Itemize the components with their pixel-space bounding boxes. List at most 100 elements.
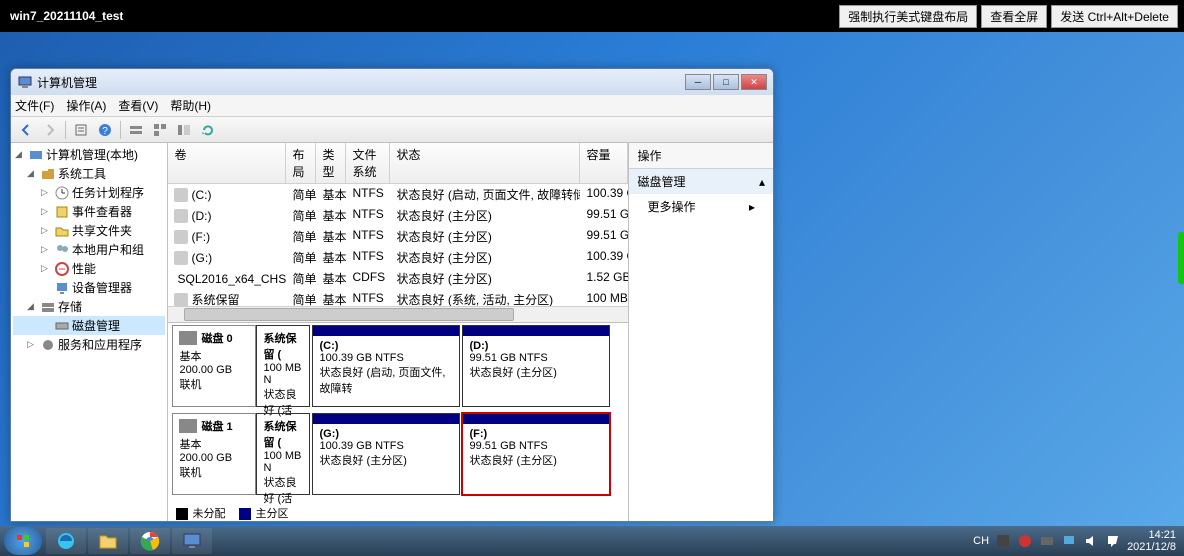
- col-type[interactable]: 类型: [316, 143, 346, 183]
- disk-label[interactable]: 磁盘 1基本200.00 GB联机: [172, 413, 256, 495]
- close-button[interactable]: ✕: [741, 74, 767, 90]
- properties-button[interactable]: [70, 119, 92, 141]
- partition-block[interactable]: (C:)100.39 GB NTFS状态良好 (启动, 页面文件, 故障转: [312, 325, 460, 407]
- help-toolbar-button[interactable]: ?: [94, 119, 116, 141]
- menu-file[interactable]: 文件(F): [15, 97, 54, 114]
- menu-view[interactable]: 查看(V): [118, 97, 158, 114]
- volume-name: (G:): [191, 251, 212, 265]
- minimize-button[interactable]: ─: [685, 74, 711, 90]
- col-status[interactable]: 状态: [390, 143, 580, 183]
- tree-performance[interactable]: ▷性能: [13, 259, 165, 278]
- partition-name: (C:): [319, 340, 453, 352]
- side-tab-handle[interactable]: [1178, 232, 1184, 284]
- keyboard-layout-button[interactable]: 强制执行美式键盘布局: [839, 5, 977, 28]
- volume-type: 基本: [316, 227, 346, 246]
- volume-layout: 简单: [286, 227, 316, 246]
- tree-disk-management[interactable]: 磁盘管理: [13, 316, 165, 335]
- volume-type: 基本: [316, 206, 346, 225]
- volume-fs: NTFS: [346, 206, 390, 225]
- col-capacity[interactable]: 容量: [580, 143, 628, 183]
- tree-label: 设备管理器: [72, 279, 132, 296]
- menu-help[interactable]: 帮助(H): [170, 97, 211, 114]
- volume-row[interactable]: (C:)简单基本NTFS状态良好 (启动, 页面文件, 故障转储, 主分区)10…: [168, 184, 628, 205]
- volume-icon[interactable]: [1083, 533, 1099, 549]
- volume-layout: 简单: [286, 248, 316, 267]
- toolbar: ?: [11, 117, 773, 143]
- disk-graphical-panel[interactable]: 磁盘 0基本200.00 GB联机系统保留 (100 MB N状态良好 (活(C…: [168, 323, 628, 521]
- ime-indicator[interactable]: CH: [973, 535, 989, 547]
- tree-device-manager[interactable]: 设备管理器: [13, 278, 165, 297]
- tray-icon-generic[interactable]: [1039, 533, 1055, 549]
- time-label: 14:21: [1127, 529, 1176, 541]
- tree-storage[interactable]: ◢存储: [13, 297, 165, 316]
- tree-label: 性能: [72, 260, 96, 277]
- chrome-icon[interactable]: [130, 528, 170, 554]
- clock[interactable]: 14:21 2021/12/8: [1127, 529, 1180, 553]
- start-button[interactable]: [4, 527, 42, 555]
- view-button-1[interactable]: [125, 119, 147, 141]
- vm-name-label: win7_20211104_test: [6, 9, 123, 23]
- volume-header[interactable]: 卷 布局 类型 文件系统 状态 容量: [168, 143, 628, 184]
- nav-tree[interactable]: ◢计算机管理(本地) ◢系统工具 ▷任务计划程序 ▷事件查看器 ▷共享文件夹 ▷…: [11, 143, 168, 521]
- partition-block[interactable]: (D:)99.51 GB NTFS状态良好 (主分区): [462, 325, 610, 407]
- horizontal-scrollbar[interactable]: [168, 306, 628, 322]
- col-volume[interactable]: 卷: [168, 143, 286, 183]
- send-cad-button[interactable]: 发送 Ctrl+Alt+Delete: [1051, 5, 1178, 28]
- col-layout[interactable]: 布局: [286, 143, 316, 183]
- col-filesystem[interactable]: 文件系统: [346, 143, 390, 183]
- partition-block[interactable]: (F:)99.51 GB NTFS状态良好 (主分区): [462, 413, 610, 495]
- partition-block[interactable]: 系统保留 (100 MB N状态良好 (活: [256, 325, 310, 407]
- volume-rows[interactable]: (C:)简单基本NTFS状态良好 (启动, 页面文件, 故障转储, 主分区)10…: [168, 184, 628, 306]
- tree-task-scheduler[interactable]: ▷任务计划程序: [13, 183, 165, 202]
- tree-root[interactable]: ◢计算机管理(本地): [13, 145, 165, 164]
- date-label: 2021/12/8: [1127, 541, 1176, 553]
- volume-row[interactable]: (F:)简单基本NTFS状态良好 (主分区)99.51 GB: [168, 226, 628, 247]
- refresh-button[interactable]: [197, 119, 219, 141]
- partition-header-bar: [313, 326, 459, 336]
- partition-block[interactable]: 系统保留 (100 MB N状态良好 (活: [256, 413, 310, 495]
- disk-row[interactable]: 磁盘 0基本200.00 GB联机系统保留 (100 MB N状态良好 (活(C…: [172, 325, 624, 407]
- window-title: 计算机管理: [37, 74, 685, 91]
- vm-top-bar: win7_20211104_test 强制执行美式键盘布局 查看全屏 发送 Ct…: [0, 0, 1184, 32]
- forward-button[interactable]: [39, 119, 61, 141]
- tree-services-apps[interactable]: ▷服务和应用程序: [13, 335, 165, 354]
- volume-row[interactable]: (G:)简单基本NTFS状态良好 (主分区)100.39 GB: [168, 247, 628, 268]
- actions-more[interactable]: 更多操作▸: [629, 194, 773, 219]
- tray-icon-generic[interactable]: [995, 533, 1011, 549]
- fullscreen-button[interactable]: 查看全屏: [981, 5, 1047, 28]
- volume-row[interactable]: 系统保留简单基本NTFS状态良好 (系统, 活动, 主分区)100 MB: [168, 289, 628, 306]
- disk-label[interactable]: 磁盘 0基本200.00 GB联机: [172, 325, 256, 407]
- back-button[interactable]: [15, 119, 37, 141]
- tree-local-users[interactable]: ▷本地用户和组: [13, 240, 165, 259]
- scrollbar-thumb[interactable]: [184, 308, 514, 321]
- tray-icon-generic[interactable]: [1017, 533, 1033, 549]
- network-icon[interactable]: [1061, 533, 1077, 549]
- internet-explorer-icon[interactable]: [46, 528, 86, 554]
- window-titlebar[interactable]: 计算机管理 ─ □ ✕: [11, 69, 773, 95]
- file-explorer-icon[interactable]: [88, 528, 128, 554]
- volume-capacity: 1.52 GB: [580, 269, 628, 288]
- actions-context[interactable]: 磁盘管理▴: [629, 169, 773, 194]
- menu-action[interactable]: 操作(A): [66, 97, 106, 114]
- vm-control-buttons: 强制执行美式键盘布局 查看全屏 发送 Ctrl+Alt+Delete: [839, 5, 1178, 28]
- desktop-area[interactable]: 计算机管理 ─ □ ✕ 文件(F) 操作(A) 查看(V) 帮助(H) ?: [0, 32, 1184, 526]
- system-tray[interactable]: CH 14:21 2021/12/8: [973, 529, 1180, 553]
- volume-row[interactable]: (D:)简单基本NTFS状态良好 (主分区)99.51 GB: [168, 205, 628, 226]
- tree-system-tools[interactable]: ◢系统工具: [13, 164, 165, 183]
- view-button-2[interactable]: [149, 119, 171, 141]
- tree-label: 磁盘管理: [72, 317, 120, 334]
- volume-name: (C:): [191, 188, 211, 202]
- view-button-3[interactable]: [173, 119, 195, 141]
- tree-shared-folders[interactable]: ▷共享文件夹: [13, 221, 165, 240]
- maximize-button[interactable]: □: [713, 74, 739, 90]
- taskbar[interactable]: CH 14:21 2021/12/8: [0, 526, 1184, 556]
- partition-block[interactable]: (G:)100.39 GB NTFS状态良好 (主分区): [312, 413, 460, 495]
- volume-row[interactable]: SQL2016_x64_CHS (E:)简单基本CDFS状态良好 (主分区)1.…: [168, 268, 628, 289]
- tree-event-viewer[interactable]: ▷事件查看器: [13, 202, 165, 221]
- computer-management-taskbar-icon[interactable]: [172, 528, 212, 554]
- partition-name: 系统保留 (: [263, 330, 303, 362]
- disk-row[interactable]: 磁盘 1基本200.00 GB联机系统保留 (100 MB N状态良好 (活(G…: [172, 413, 624, 495]
- action-center-icon[interactable]: [1105, 533, 1121, 549]
- volume-status: 状态良好 (启动, 页面文件, 故障转储, 主分区): [390, 185, 580, 204]
- tree-label: 系统工具: [58, 165, 106, 182]
